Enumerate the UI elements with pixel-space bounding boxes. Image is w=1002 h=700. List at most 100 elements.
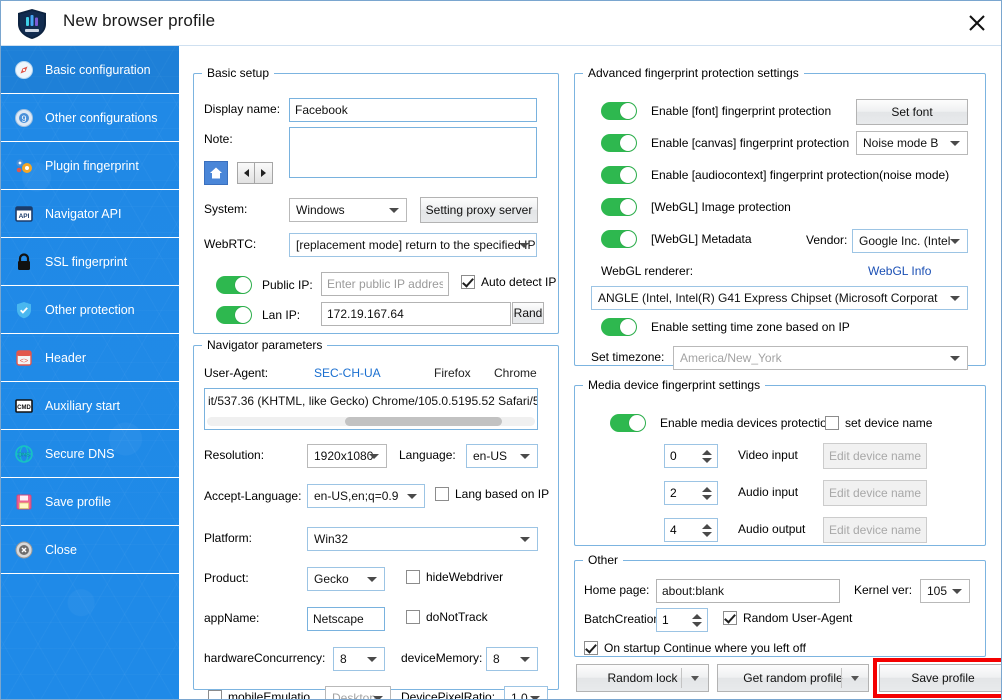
audio-input-stepper[interactable]: 2 bbox=[664, 481, 718, 505]
vendor-select[interactable]: Google Inc. (Intel bbox=[852, 229, 968, 253]
home-page-label: Home page: bbox=[584, 583, 650, 597]
tab-chrome[interactable]: Chrome bbox=[494, 366, 537, 380]
audio-output-stepper[interactable]: 4 bbox=[664, 518, 718, 542]
arrow-left-icon[interactable] bbox=[237, 162, 255, 184]
platform-select[interactable]: Win32 bbox=[307, 527, 538, 551]
app-name-input[interactable] bbox=[307, 607, 385, 631]
lan-ip-toggle[interactable] bbox=[216, 306, 252, 324]
stepper-down-icon[interactable] bbox=[701, 531, 712, 537]
chevron-down-icon[interactable] bbox=[851, 676, 859, 681]
sidebar-item-header[interactable]: <> Header bbox=[1, 334, 179, 382]
webgl-renderer-select[interactable]: ANGLE (Intel, Intel(R) G41 Express Chips… bbox=[591, 286, 968, 310]
note-label: Note: bbox=[204, 132, 233, 146]
sidebar-item-auxiliary-start[interactable]: CMD Auxiliary start bbox=[1, 382, 179, 430]
media-devices-protection-toggle[interactable] bbox=[610, 414, 646, 432]
sidebar-item-other-configurations[interactable]: 9 Other configurations bbox=[1, 94, 179, 142]
device-pixel-ratio-select[interactable]: 1.0 bbox=[504, 686, 548, 699]
chevron-down-icon bbox=[407, 494, 417, 499]
sidebar-item-label: Secure DNS bbox=[45, 446, 115, 461]
rand-button[interactable]: Rand bbox=[512, 302, 544, 324]
on-startup-checkbox[interactable] bbox=[584, 641, 598, 655]
webgl-metadata-toggle[interactable] bbox=[601, 230, 637, 248]
display-name-input[interactable] bbox=[289, 98, 537, 122]
user-agent-label: User-Agent: bbox=[204, 366, 269, 380]
do-not-track-checkbox[interactable] bbox=[406, 610, 420, 624]
lang-based-on-ip-checkbox[interactable] bbox=[435, 487, 449, 501]
accept-language-select[interactable]: en-US,en;q=0.9 bbox=[307, 484, 425, 508]
kernel-ver-select[interactable]: 105 bbox=[920, 579, 970, 603]
arrow-right-icon[interactable] bbox=[255, 162, 273, 184]
canvas-protection-toggle[interactable] bbox=[601, 134, 637, 152]
tab-sec-ch-ua[interactable]: SEC-CH-UA bbox=[314, 366, 381, 380]
hardware-concurrency-select[interactable]: 8 bbox=[333, 647, 385, 671]
setting-proxy-server-button[interactable]: Setting proxy server bbox=[420, 197, 538, 223]
user-agent-scrollbar[interactable] bbox=[207, 417, 535, 426]
audio-input-edit-device-name-button[interactable]: Edit device name bbox=[823, 480, 927, 506]
canvas-noise-mode-select[interactable]: Noise mode B bbox=[856, 131, 968, 155]
stepper-up-icon[interactable] bbox=[701, 449, 712, 455]
video-input-stepper[interactable]: 0 bbox=[664, 444, 718, 468]
stepper-buttons[interactable] bbox=[700, 483, 713, 503]
sidebar-item-label: Close bbox=[45, 542, 77, 557]
timezone-based-on-ip-toggle[interactable] bbox=[601, 318, 637, 336]
tab-firefox[interactable]: Firefox bbox=[434, 366, 471, 380]
sidebar-item-label: Plugin fingerprint bbox=[45, 158, 139, 173]
video-edit-device-name-button[interactable]: Edit device name bbox=[823, 443, 927, 469]
sidebar-item-ssl-fingerprint[interactable]: SSL fingerprint bbox=[1, 238, 179, 286]
webgl-image-protection-toggle[interactable] bbox=[601, 198, 637, 216]
sidebar-item-navigator-api[interactable]: API Navigator API bbox=[1, 190, 179, 238]
webrtc-select[interactable]: [replacement mode] return to the specifi… bbox=[289, 233, 537, 257]
font-protection-toggle[interactable] bbox=[601, 102, 637, 120]
auto-detect-ip-checkbox[interactable] bbox=[461, 275, 475, 289]
language-select[interactable]: en-US bbox=[466, 444, 538, 468]
close-icon[interactable] bbox=[957, 5, 997, 41]
system-select[interactable]: Windows bbox=[289, 198, 407, 222]
sidebar-item-plugin-fingerprint[interactable]: Plugin fingerprint bbox=[1, 142, 179, 190]
mobile-emulation-checkbox[interactable] bbox=[208, 690, 222, 699]
sidebar-item-basic-configuration[interactable]: Basic configuration bbox=[1, 46, 179, 94]
hide-webdriver-checkbox[interactable] bbox=[406, 570, 420, 584]
home-icon[interactable] bbox=[204, 161, 228, 185]
api-window-icon: API bbox=[13, 203, 35, 225]
webgl-info-link[interactable]: WebGL Info bbox=[868, 264, 931, 278]
public-ip-input[interactable] bbox=[321, 272, 449, 296]
stepper-down-icon[interactable] bbox=[701, 494, 712, 500]
device-memory-select[interactable]: 8 bbox=[486, 647, 538, 671]
sidebar-item-other-protection[interactable]: Other protection bbox=[1, 286, 179, 334]
set-device-name-checkbox[interactable] bbox=[825, 416, 839, 430]
stepper-buttons[interactable] bbox=[700, 446, 713, 466]
random-user-agent-checkbox[interactable] bbox=[723, 611, 737, 625]
stepper-down-icon[interactable] bbox=[691, 621, 702, 627]
stepper-up-icon[interactable] bbox=[701, 523, 712, 529]
random-lock-button[interactable]: Random lock bbox=[576, 664, 709, 692]
lan-ip-input[interactable] bbox=[321, 302, 511, 326]
stepper-buttons[interactable] bbox=[690, 610, 703, 630]
home-page-input[interactable] bbox=[656, 579, 840, 603]
stepper-up-icon[interactable] bbox=[701, 486, 712, 492]
stepper-down-icon[interactable] bbox=[701, 457, 712, 463]
mobile-emulation-mode-select[interactable]: Desktop bbox=[325, 686, 391, 699]
set-timezone-select[interactable]: America/New_York bbox=[673, 346, 968, 370]
save-profile-button[interactable]: Save profile bbox=[879, 664, 1001, 692]
audio-output-edit-device-name-button[interactable]: Edit device name bbox=[823, 517, 927, 543]
sidebar-item-secure-dns[interactable]: DNS Secure DNS bbox=[1, 430, 179, 478]
note-textarea[interactable] bbox=[289, 127, 537, 178]
basic-setup-legend: Basic setup bbox=[207, 66, 270, 80]
product-select[interactable]: Gecko bbox=[307, 567, 385, 591]
chevron-down-icon[interactable] bbox=[691, 676, 699, 681]
stepper-buttons[interactable] bbox=[700, 520, 713, 540]
audiocontext-protection-toggle[interactable] bbox=[601, 166, 637, 184]
batch-creation-value: 1 bbox=[662, 613, 669, 627]
sidebar-item-close[interactable]: Close bbox=[1, 526, 179, 574]
product-select-value: Gecko bbox=[314, 572, 349, 586]
scrollbar-thumb[interactable] bbox=[344, 417, 503, 426]
resolution-select[interactable]: 1920x1080 bbox=[307, 444, 387, 468]
batch-creation-stepper[interactable]: 1 bbox=[656, 608, 708, 632]
stepper-up-icon[interactable] bbox=[691, 613, 702, 619]
sidebar-item-save-profile[interactable]: Save profile bbox=[1, 478, 179, 526]
public-ip-toggle[interactable] bbox=[216, 276, 252, 294]
user-agent-input[interactable]: it/537.36 (KHTML, like Gecko) Chrome/105… bbox=[204, 388, 538, 430]
set-font-button[interactable]: Set font bbox=[856, 99, 968, 125]
get-random-profile-button[interactable]: Get random profile bbox=[717, 664, 869, 692]
canvas-protection-label: Enable [canvas] fingerprint protection bbox=[651, 136, 850, 150]
